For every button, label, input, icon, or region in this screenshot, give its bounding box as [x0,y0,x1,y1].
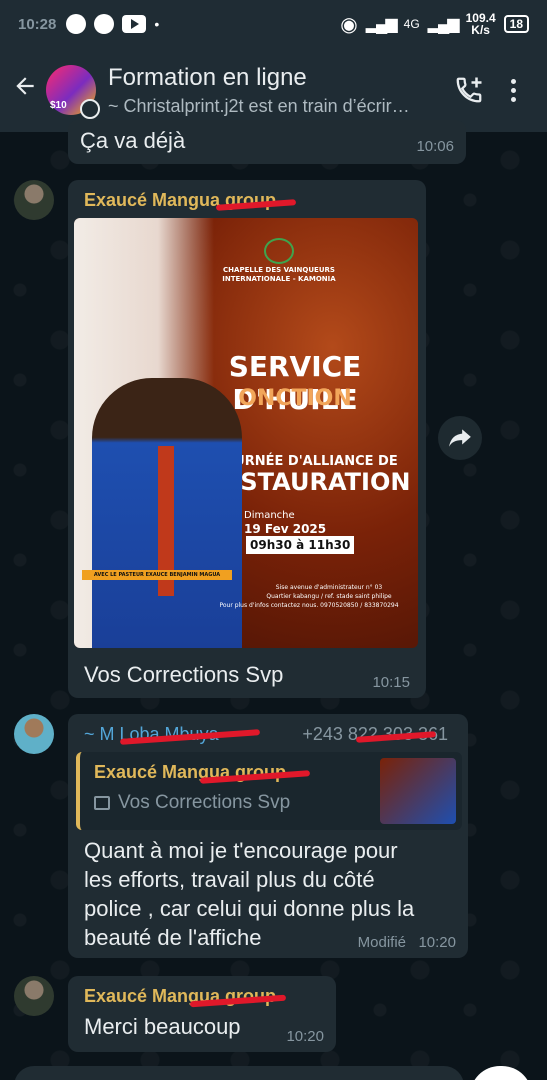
message-bubble[interactable]: Exaucé Mangua group Merci beaucoup 10:20 [68,976,336,1052]
avatar-text: $10 [50,100,67,111]
youtube-notification-icon [122,15,147,33]
messages-notification-icon [66,14,87,34]
more-options-button[interactable] [491,68,535,112]
quote-text: Vos Corrections Svp [118,792,291,813]
chat-header-info[interactable]: Formation en ligne ~ Christalprint.j2t e… [108,64,447,117]
quote-thumbnail [380,758,456,824]
message-line: Quant à moi je t'encourage pour [84,838,398,863]
message-line: les efforts, travail plus du côté [84,867,375,892]
message-time: 10:15 [372,674,410,691]
poster-pastor: AVEC LE PASTEUR EXAUCE BENJAMIN MAGUA [82,570,232,580]
avatar[interactable] [14,714,54,754]
poster-hours: 09h30 à 11h30 [246,536,355,554]
forward-icon [449,429,471,447]
poster-org-line1: CHAPELLE DES VAINQUEURS [223,266,335,274]
edited-label: Modifié [357,934,406,951]
message-text: Merci beaucoup [84,1014,241,1039]
quoted-message[interactable]: Exaucé Mangua group Vos Corrections Svp [76,752,462,830]
speed-unit: K/s [471,23,490,37]
event-poster-image[interactable]: CHAPELLE DES VAINQUEURS INTERNATIONALE -… [74,218,418,648]
image-icon [94,796,110,810]
message-bubble[interactable]: Ça va déjà 10:06 [68,120,466,164]
poster-logo [264,238,294,264]
battery-icon: 18 [503,15,529,33]
signal-icon-2: ▂▄▆ [427,16,460,33]
more-vert-icon [510,78,516,102]
signal-icon: ▂▄▆ [365,16,398,33]
network-type: 4G [403,17,420,31]
poster-org-line2: INTERNATIONALE - KAMONIA [222,275,336,283]
avatar[interactable] [14,180,54,220]
hotspot-icon: ◉ [340,13,358,36]
message-input-bar[interactable] [14,1066,464,1080]
add-call-button[interactable] [447,68,491,112]
message-bubble[interactable]: Exaucé Mangua group CHAPELLE DES VAINQUE… [68,180,426,698]
status-bar: 10:28 • ◉ ▂▄▆ 4G ▂▄▆ 109.4 K/s 18 [0,0,547,48]
group-title: Formation en ligne [108,63,307,91]
disappearing-timer-icon [80,99,100,119]
dot-icon: • [154,16,160,32]
image-caption: Vos Corrections Svp [84,662,284,687]
poster-address2: Quartier kabangu / ref. stade saint phil… [266,593,392,600]
typing-status: ~ Christalprint.j2t est en train d’écrir… [108,95,410,116]
add-call-icon [456,77,482,103]
message-time: 10:20 [418,934,456,951]
message-text: Ça va déjà [80,128,186,153]
message-time: 10:06 [416,138,454,155]
group-avatar[interactable]: $10 [46,65,100,119]
message-bubble[interactable]: ~ M Loba Mbuya +243 822 303 361 Exaucé M… [68,714,468,958]
poster-date: 19 Fev 2025 [244,522,327,536]
whatsapp-notification-icon [94,14,115,34]
network-speed: 109.4 K/s [466,12,496,36]
status-time: 10:28 [18,15,57,33]
message-line: police , car celui qui donne plus la [84,896,415,921]
avatar[interactable] [14,976,54,1016]
poster-address1: Sise avenue d'administrateur n° 03 [275,584,383,591]
arrow-left-icon[interactable] [12,73,38,107]
message-time: 10:20 [286,1028,324,1045]
poster-day: Dimanche [244,510,295,521]
poster-contact: Pour plus d'infos contactez nous. 097052… [219,602,399,609]
forward-button[interactable] [438,416,482,460]
